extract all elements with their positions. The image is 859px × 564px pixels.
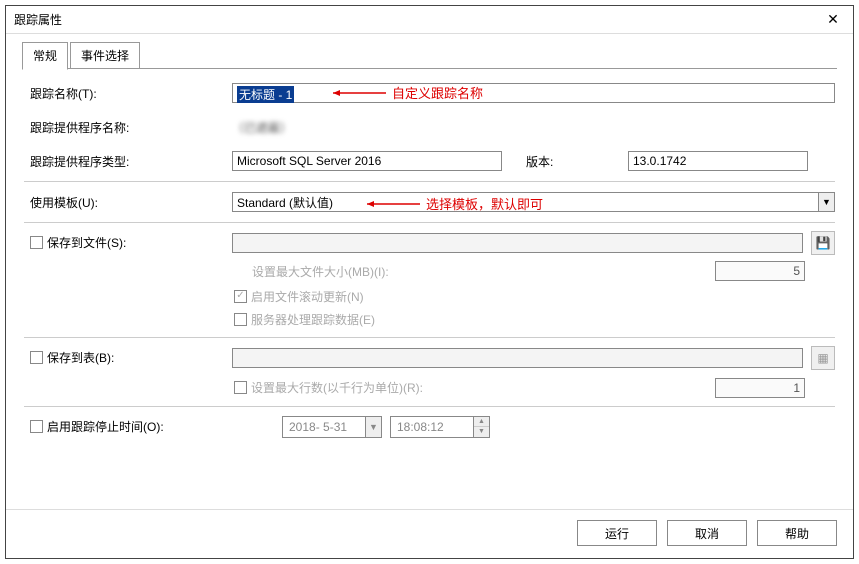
stop-date-picker: 2018- 5-31 ▼ [282, 416, 382, 438]
annotation-template: 选择模板，默认即可 [362, 194, 543, 213]
titlebar: 跟踪属性 ✕ [6, 6, 853, 34]
use-template-label: 使用模板(U): [24, 194, 232, 211]
provider-type-value [232, 151, 502, 171]
checkbox-icon [234, 381, 247, 394]
divider [24, 337, 835, 338]
checkbox-icon [30, 420, 43, 433]
close-button[interactable]: ✕ [813, 7, 853, 33]
help-button[interactable]: 帮助 [757, 520, 837, 546]
version-label: 版本: [510, 153, 620, 170]
chevron-up-icon: ▲ [474, 417, 489, 428]
stop-time-spinner: 18:08:12 ▲ ▼ [390, 416, 490, 438]
save-table-input [232, 348, 803, 368]
cancel-button[interactable]: 取消 [667, 520, 747, 546]
annotation-trace-name: 自定义跟踪名称 [328, 83, 483, 102]
chevron-down-icon: ▼ [818, 193, 834, 211]
dialog-window: 跟踪属性 ✕ 常规 事件选择 跟踪名称(T): 无标题 - 1 自定义跟 [5, 5, 854, 559]
arrow-left-icon [328, 88, 388, 98]
stop-time-label: 启用跟踪停止时间(O): [47, 418, 164, 435]
divider [24, 222, 835, 223]
rollover-label: 启用文件滚动更新(N) [251, 288, 364, 305]
annotation-text: 选择模板，默认即可 [426, 194, 543, 213]
divider [24, 181, 835, 182]
arrow-left-icon [362, 199, 422, 209]
chevron-down-icon: ▼ [365, 417, 381, 437]
save-to-table-label: 保存到表(B): [47, 349, 114, 366]
version-value [628, 151, 808, 171]
window-title: 跟踪属性 [14, 11, 62, 28]
save-icon: 💾 [816, 236, 831, 250]
chevron-down-icon: ▼ [474, 427, 489, 437]
tab-label: 常规 [33, 49, 57, 63]
stop-date-value: 2018- 5-31 [283, 420, 365, 434]
stop-time-value: 18:08:12 [391, 420, 473, 434]
checkbox-icon [30, 351, 43, 364]
server-process-checkbox: 服务器处理跟踪数据(E) [234, 311, 375, 328]
checkbox-icon [234, 313, 247, 326]
tab-general[interactable]: 常规 [22, 42, 68, 70]
checkbox-icon [30, 236, 43, 249]
stop-time-checkbox[interactable]: 启用跟踪停止时间(O): [30, 418, 164, 435]
spinner-arrows: ▲ ▼ [473, 417, 489, 437]
max-file-size-label: 设置最大文件大小(MB)(I): [232, 263, 420, 280]
save-file-path-input [232, 233, 803, 253]
max-rows-input [715, 378, 805, 398]
trace-name-label: 跟踪名称(T): [24, 85, 232, 102]
button-bar: 运行 取消 帮助 [6, 509, 853, 558]
provider-name-label: 跟踪提供程序名称: [24, 119, 232, 136]
provider-type-label: 跟踪提供程序类型: [24, 153, 232, 170]
max-rows-checkbox: 设置最大行数(以千行为单位)(R): [234, 379, 423, 396]
save-to-file-checkbox[interactable]: 保存到文件(S): [30, 234, 126, 251]
annotation-text: 自定义跟踪名称 [392, 83, 483, 102]
save-to-table-checkbox[interactable]: 保存到表(B): [30, 349, 114, 366]
max-rows-label: 设置最大行数(以千行为单位)(R): [251, 379, 423, 396]
server-process-label: 服务器处理跟踪数据(E) [251, 311, 375, 328]
run-button[interactable]: 运行 [577, 520, 657, 546]
max-file-size-input [715, 261, 805, 281]
browse-table-button: ▦ [811, 346, 835, 370]
trace-name-input[interactable] [232, 83, 835, 103]
checkbox-icon: ✓ [234, 290, 247, 303]
provider-name-value: （已遮蔽） [232, 119, 292, 136]
tab-strip: 常规 事件选择 [6, 34, 853, 69]
table-icon: ▦ [817, 351, 828, 365]
browse-file-button: 💾 [811, 231, 835, 255]
divider [24, 406, 835, 407]
save-to-file-label: 保存到文件(S): [47, 234, 126, 251]
tab-label: 事件选择 [81, 49, 129, 63]
tab-content: 跟踪名称(T): 无标题 - 1 自定义跟踪名称 跟踪提供程序名称: （已遮蔽） [6, 69, 853, 509]
tab-events[interactable]: 事件选择 [70, 42, 140, 69]
rollover-checkbox: ✓ 启用文件滚动更新(N) [234, 288, 364, 305]
